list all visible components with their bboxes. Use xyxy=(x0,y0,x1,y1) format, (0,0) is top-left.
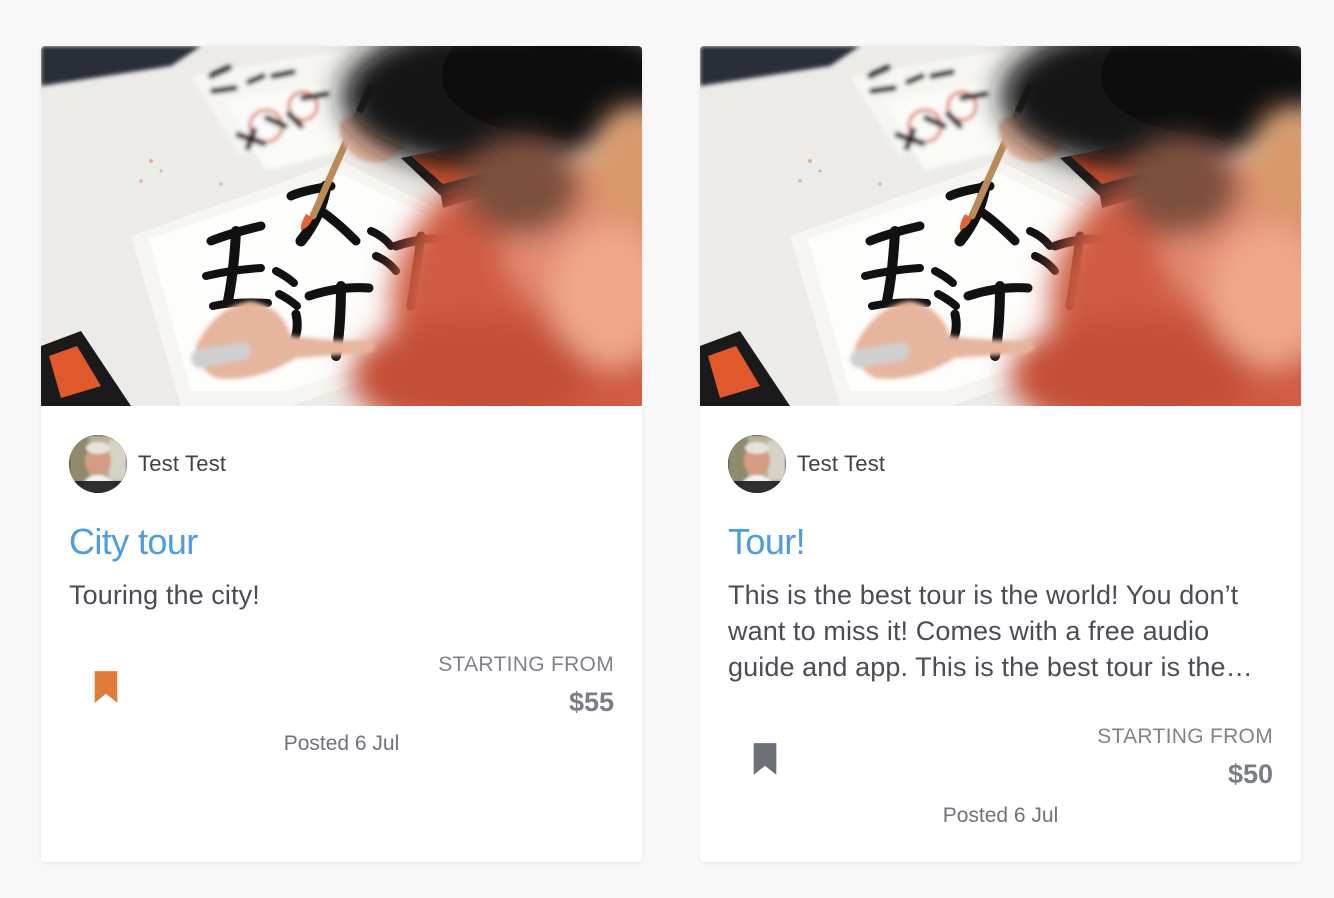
listing-photo[interactable] xyxy=(41,46,642,406)
listing-description: Touring the city! xyxy=(69,580,260,610)
avatar[interactable] xyxy=(728,435,786,493)
starting-from-label: STARTING FROM xyxy=(438,653,614,676)
listing-description: This is the best tour is the world! You … xyxy=(728,580,1239,682)
bookmark-icon[interactable] xyxy=(752,742,778,776)
avatar[interactable] xyxy=(69,435,127,493)
posted-date: Posted 6 Jul xyxy=(283,732,400,755)
posted-date: Posted 6 Jul xyxy=(942,804,1059,827)
starting-from-label: STARTING FROM xyxy=(1097,725,1273,748)
listing-photo[interactable] xyxy=(700,46,1301,406)
price-block: STARTING FROM $50 xyxy=(1097,725,1273,790)
listing-card[interactable]: Test Test Tour! This is the best tour is… xyxy=(700,46,1301,862)
author[interactable]: Test Test xyxy=(69,435,226,493)
listing-title[interactable]: City tour xyxy=(69,521,198,563)
price-block: STARTING FROM $55 xyxy=(438,653,614,718)
author-name[interactable]: Test Test xyxy=(138,451,226,477)
author[interactable]: Test Test xyxy=(728,435,885,493)
author-name[interactable]: Test Test xyxy=(797,451,885,477)
bookmark-icon[interactable] xyxy=(93,670,119,704)
listing-title[interactable]: Tour! xyxy=(728,521,806,563)
listing-card[interactable]: Test Test City tour Touring the city! ST… xyxy=(41,46,642,862)
price: $50 xyxy=(1227,759,1273,789)
price: $55 xyxy=(568,687,614,717)
